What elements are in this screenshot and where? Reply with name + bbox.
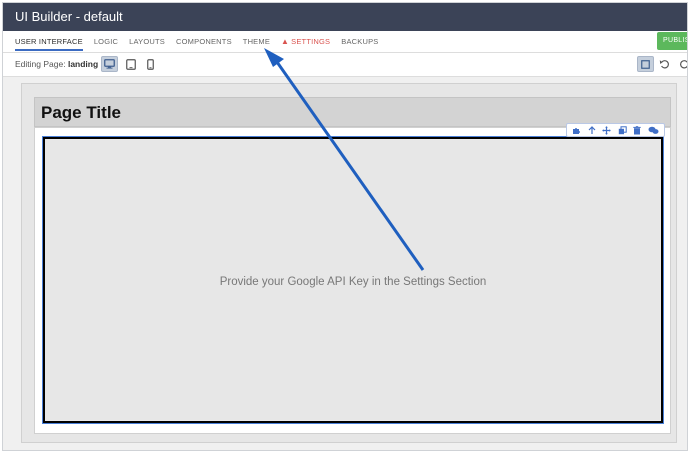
move-icon[interactable] (602, 125, 611, 135)
tablet-icon (125, 58, 136, 70)
tab-layouts[interactable]: LAYOUTS (129, 31, 165, 53)
tab-backups[interactable]: BACKUPS (341, 31, 378, 53)
arrow-up-icon[interactable] (588, 125, 596, 135)
chat-icon[interactable] (648, 126, 659, 135)
publish-button[interactable]: PUBLISH (657, 32, 687, 50)
puzzle-icon[interactable] (572, 126, 581, 135)
phone-icon (147, 58, 154, 70)
trash-icon[interactable] (633, 125, 641, 135)
tab-theme[interactable]: THEME (243, 31, 270, 53)
tablet-view-button[interactable] (122, 56, 139, 72)
editor-toolbar: Editing Page: landing (3, 53, 687, 77)
component-action-toolbar (566, 123, 665, 137)
tab-settings[interactable]: ▲ SETTINGS (281, 31, 330, 53)
redo-icon (680, 60, 687, 69)
undo-icon (659, 60, 669, 69)
window-titlebar: UI Builder - default (3, 3, 687, 31)
page-name: landing (67, 59, 99, 69)
tab-logic[interactable]: LOGIC (94, 31, 118, 53)
undo-button[interactable] (656, 56, 673, 72)
main-tab-bar: USER INTERFACE LOGIC LAYOUTS COMPONENTS … (3, 31, 687, 53)
app-window: UI Builder - default USER INTERFACE LOGI… (2, 2, 688, 451)
redo-button[interactable] (676, 56, 687, 72)
page-title: Page Title (41, 103, 121, 122)
phone-view-button[interactable] (142, 56, 159, 72)
map-component[interactable]: Provide your Google API Key in the Setti… (43, 137, 663, 423)
tab-list: USER INTERFACE LOGIC LAYOUTS COMPONENTS … (15, 31, 390, 53)
desktop-icon (104, 59, 115, 69)
warning-icon: ▲ (281, 37, 290, 46)
tab-user-interface[interactable]: USER INTERFACE (15, 31, 83, 53)
desktop-view-button[interactable] (101, 56, 118, 72)
frame-toggle-icon (641, 59, 650, 69)
tab-components[interactable]: COMPONENTS (176, 31, 232, 53)
frame-toggle-button[interactable] (637, 56, 654, 72)
copy-icon[interactable] (618, 125, 627, 135)
window-title: UI Builder - default (15, 9, 123, 24)
editing-page-label: Editing Page: landing (15, 59, 99, 69)
map-api-key-message: Provide your Google API Key in the Setti… (219, 276, 487, 288)
